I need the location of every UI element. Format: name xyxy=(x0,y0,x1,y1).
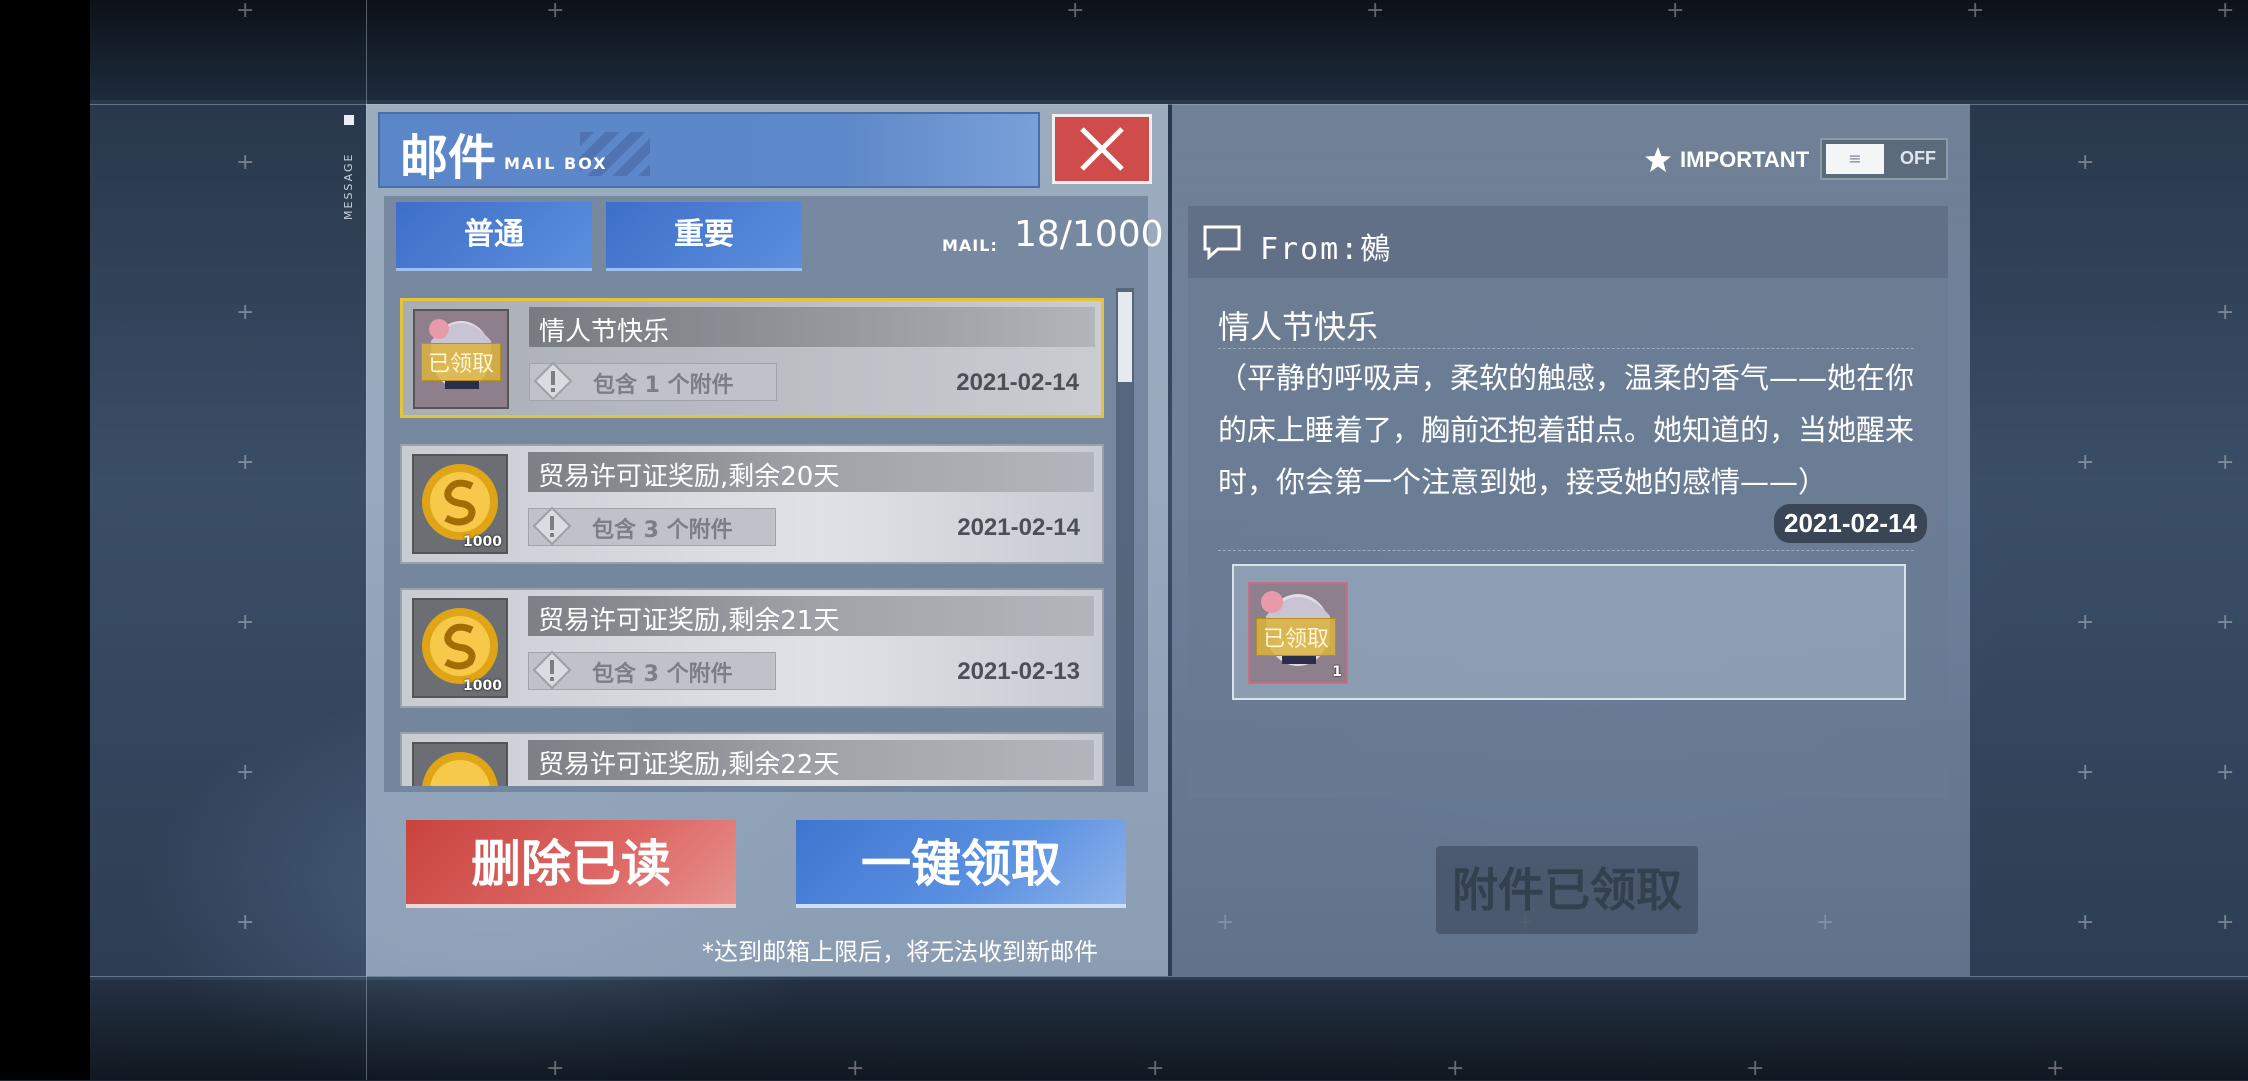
item-count: 1 xyxy=(1332,664,1342,680)
mail-title: 贸易许可证奖励,剩余21天 xyxy=(538,606,840,636)
sender-name: From:鵺 xyxy=(1260,232,1393,267)
attachment-count: 包含 3 个附件 xyxy=(592,518,733,543)
character-portrait-icon: 已领取 xyxy=(413,309,509,409)
important-toggle[interactable]: ≡ OFF xyxy=(1820,138,1948,180)
chat-bubble-icon xyxy=(1203,225,1241,260)
mail-title: 贸易许可证奖励,剩余20天 xyxy=(538,462,840,492)
toggle-state: OFF xyxy=(1900,148,1936,168)
mailbox-title: 邮件 xyxy=(400,130,497,186)
mail-item[interactable]: 1000 贸易许可证奖励,剩余20天 包含 3 个附件 2021-02-14 xyxy=(400,444,1104,564)
mail-date: 2021-02-13 xyxy=(957,658,1080,685)
item-count: 1000 xyxy=(463,678,502,694)
attachment-claimed-button[interactable]: 附件已领取 xyxy=(1436,846,1698,934)
scrollbar-thumb[interactable] xyxy=(1118,292,1132,382)
mailbox-limit-note: *达到邮箱上限后，将无法收到新邮件 xyxy=(702,938,1098,966)
mailbox-subtitle: MAIL BOX xyxy=(504,154,608,173)
toggle-knob: ≡ xyxy=(1826,144,1884,174)
mail-date: 2021-02-14 xyxy=(957,514,1080,541)
divider xyxy=(1218,348,1914,349)
claim-all-button[interactable]: 一键领取 xyxy=(796,820,1126,908)
background-top-bar xyxy=(90,0,2248,100)
mail-count-value: 18/1000 xyxy=(1014,214,1164,255)
gold-coin-icon: 1000 xyxy=(412,454,508,554)
close-icon xyxy=(1080,127,1124,171)
attachment-count: 包含 3 个附件 xyxy=(592,662,733,687)
letterbox-left xyxy=(0,0,90,1080)
gold-coin-icon xyxy=(412,742,508,786)
message-side-label: MESSAGE xyxy=(342,152,355,220)
item-count: 1000 xyxy=(463,534,502,550)
mail-list-clip: 贸易许可证奖励,剩余22天 xyxy=(400,732,1104,786)
background-bottom-bar xyxy=(90,980,2248,1080)
attachment-item[interactable]: 已领取 1 xyxy=(1248,582,1348,684)
claimed-tag: 已领取 xyxy=(421,343,502,381)
divider xyxy=(1218,550,1914,551)
close-button[interactable] xyxy=(1052,114,1152,184)
detail-title: 情人节快乐 xyxy=(1218,308,1379,346)
mail-item[interactable]: 1000 贸易许可证奖励,剩余21天 包含 3 个附件 2021-02-13 xyxy=(400,588,1104,708)
important-filter: IMPORTANT xyxy=(1644,140,1809,180)
detail-body: （平静的呼吸声，柔软的触感，温柔的香气——她在你的床上睡着了，胸前还抱着甜点。她… xyxy=(1218,361,1915,499)
tab-important[interactable]: 重要 xyxy=(606,202,802,271)
mail-date: 2021-02-14 xyxy=(956,369,1079,396)
mail-title: 贸易许可证奖励,剩余22天 xyxy=(538,750,840,780)
mail-item[interactable]: 贸易许可证奖励,剩余22天 xyxy=(400,732,1104,786)
tab-normal[interactable]: 普通 xyxy=(396,202,592,271)
mail-title: 情人节快乐 xyxy=(539,317,670,347)
delete-read-button[interactable]: 删除已读 xyxy=(406,820,736,908)
detail-date: 2021-02-14 xyxy=(1774,504,1927,543)
mail-item[interactable]: 已领取 情人节快乐 包含 1 个附件 2021-02-14 xyxy=(400,298,1104,418)
star-icon xyxy=(1645,147,1671,172)
important-label: IMPORTANT xyxy=(1680,147,1810,172)
gold-coin-icon: 1000 xyxy=(412,598,508,698)
attachment-count: 包含 1 个附件 xyxy=(593,373,734,398)
mail-count-label: MAIL: xyxy=(942,236,998,255)
claimed-tag: 已领取 xyxy=(1256,618,1337,656)
exclamation-diamond-icon xyxy=(532,506,572,546)
exclamation-diamond-icon xyxy=(533,361,573,401)
exclamation-diamond-icon xyxy=(532,650,572,690)
